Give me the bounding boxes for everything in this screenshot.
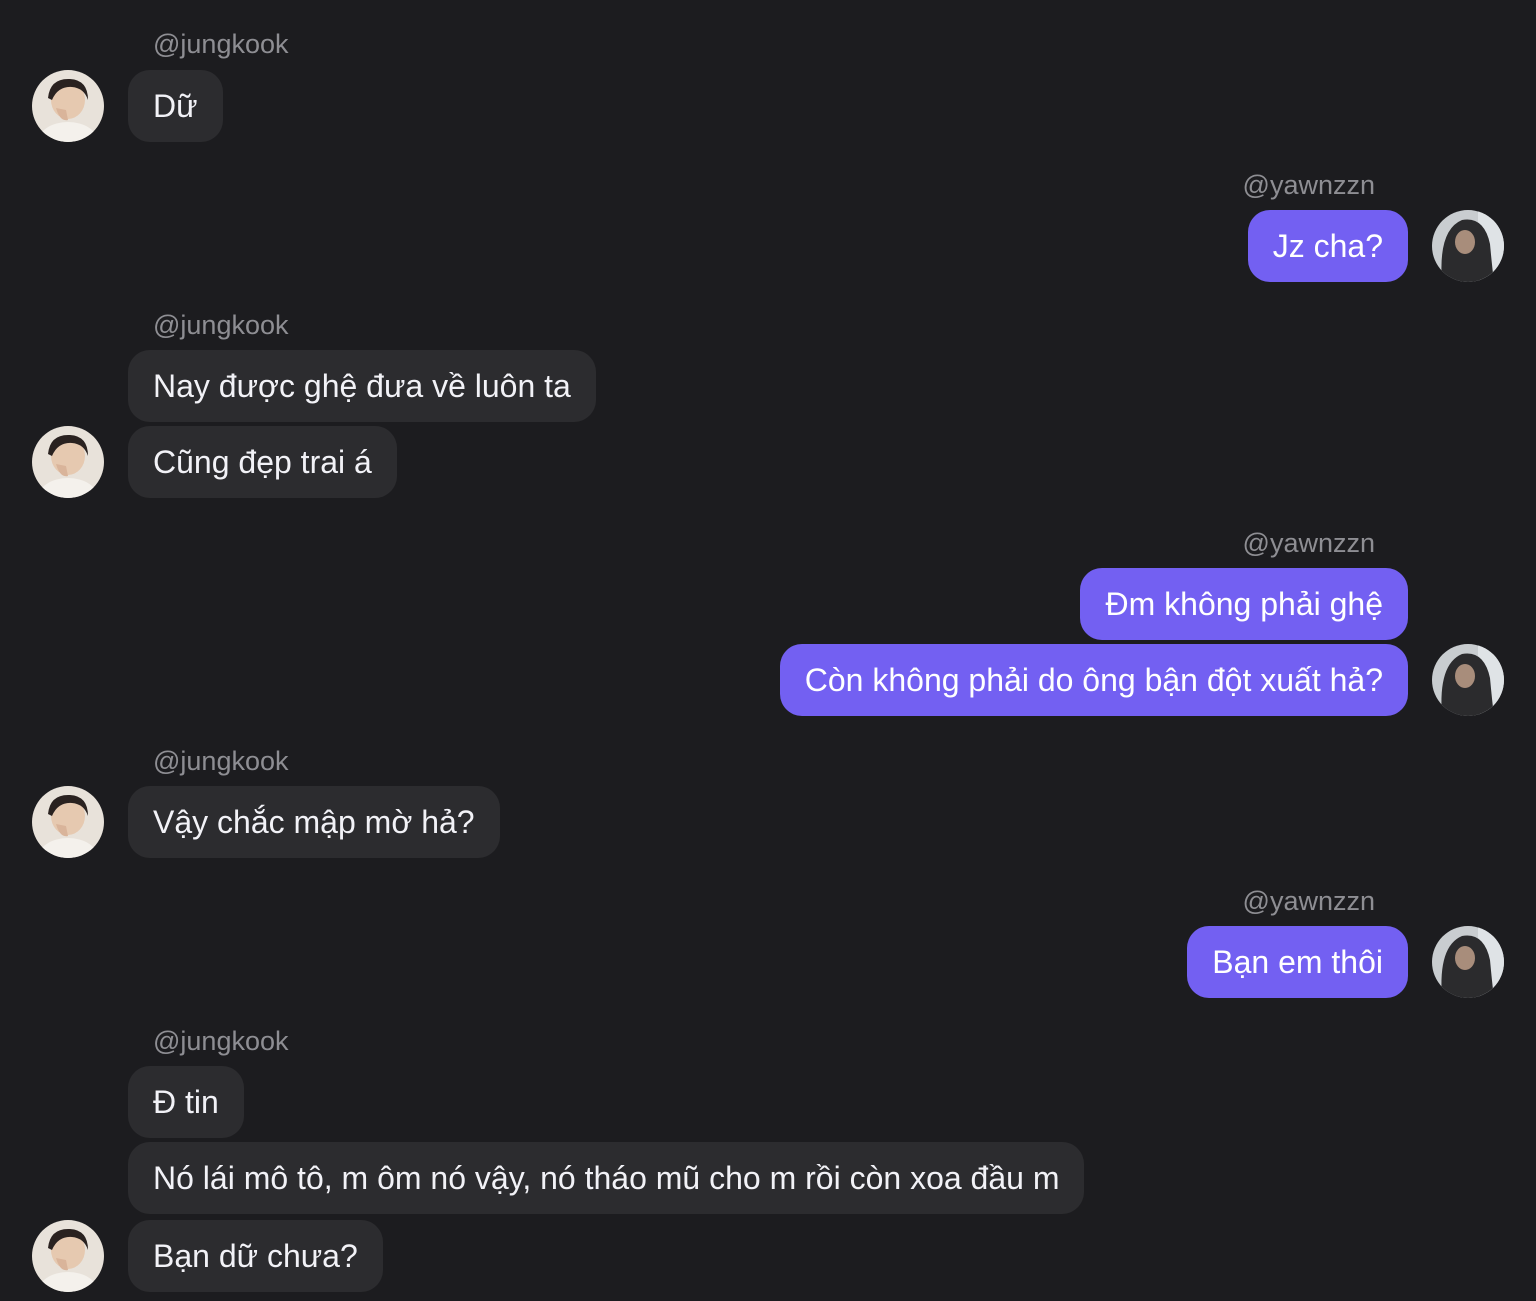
avatar-image: [1432, 210, 1504, 282]
avatar-image: [32, 426, 104, 498]
yawnzzn-avatar-icon[interactable]: [1432, 210, 1504, 282]
jungkook-avatar-icon[interactable]: [32, 70, 104, 142]
sender-username: @jungkook: [153, 310, 289, 340]
message-bubble-outgoing[interactable]: Jz cha?: [1247, 210, 1408, 282]
message-bubble-incoming[interactable]: Dữ: [128, 70, 223, 142]
sender-username: @yawnzzn: [1242, 886, 1375, 916]
sender-username: @jungkook: [153, 746, 289, 776]
avatar-image: [1432, 644, 1504, 716]
jungkook-avatar-icon[interactable]: [32, 426, 104, 498]
message-bubble-incoming[interactable]: Vậy chắc mập mờ hả?: [128, 786, 500, 858]
message-bubble-incoming[interactable]: Nó lái mô tô, m ôm nó vậy, nó tháo mũ ch…: [128, 1142, 1085, 1214]
jungkook-avatar-icon[interactable]: [32, 786, 104, 858]
avatar-image: [32, 786, 104, 858]
sender-username: @yawnzzn: [1242, 170, 1375, 200]
avatar-image: [32, 1220, 104, 1292]
message-bubble-incoming[interactable]: Nay được ghệ đưa về luôn ta: [128, 350, 596, 422]
message-bubble-incoming[interactable]: Đ tin: [128, 1066, 244, 1138]
sender-username: @jungkook: [153, 1026, 289, 1056]
yawnzzn-avatar-icon[interactable]: [1432, 926, 1504, 998]
yawnzzn-avatar-icon[interactable]: [1432, 644, 1504, 716]
jungkook-avatar-icon[interactable]: [32, 1220, 104, 1292]
message-bubble-incoming[interactable]: Bạn dữ chưa?: [128, 1220, 383, 1292]
message-bubble-incoming[interactable]: Cũng đẹp trai á: [128, 426, 397, 498]
avatar-image: [32, 70, 104, 142]
message-bubble-outgoing[interactable]: Bạn em thôi: [1187, 926, 1408, 998]
sender-username: @jungkook: [153, 29, 289, 59]
message-bubble-outgoing[interactable]: Đm không phải ghệ: [1080, 568, 1408, 640]
avatar-image: [1432, 926, 1504, 998]
sender-username: @yawnzzn: [1242, 528, 1375, 558]
message-bubble-outgoing[interactable]: Còn không phải do ông bận đột xuất hả?: [779, 644, 1408, 716]
